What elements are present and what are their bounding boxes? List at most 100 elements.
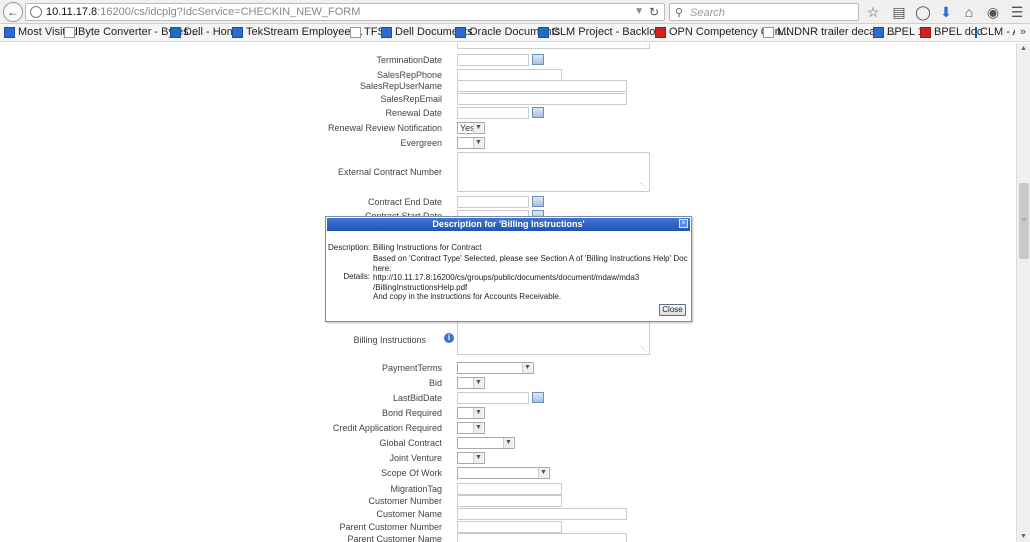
chevron-down-icon: ▼: [538, 468, 548, 478]
bookmarks-bar: Most Visited Byte Converter - Bytes ... …: [0, 24, 1030, 42]
info-icon[interactable]: i: [444, 333, 454, 343]
bid-select[interactable]: ▼: [457, 377, 485, 389]
close-button[interactable]: Close: [659, 304, 686, 316]
customer-name-label: Customer Name: [376, 509, 442, 519]
bond-required-select[interactable]: ▼: [457, 407, 485, 419]
wordpress-icon: [873, 26, 884, 38]
sharepoint-icon: [538, 26, 549, 38]
sales-rep-username-label: SalesRepUserName: [359, 81, 442, 91]
last-bid-date-input[interactable]: [457, 392, 529, 404]
migration-tag-input[interactable]: [457, 483, 562, 495]
site-info-icon[interactable]: [30, 6, 42, 18]
chevron-down-icon: ▼: [473, 408, 483, 418]
chevron-down-icon: ▼: [473, 378, 483, 388]
renewal-date-input[interactable]: [457, 107, 529, 119]
dialog-title: Description for 'Billing Instructions': [327, 218, 690, 231]
customer-number-input[interactable]: [457, 495, 562, 507]
sharepoint-icon: [170, 26, 181, 38]
search-placeholder: Search: [690, 7, 725, 19]
chevron-down-icon: ▼: [473, 123, 483, 133]
sales-rep-username-input[interactable]: [457, 80, 627, 92]
resize-handle-icon[interactable]: ⋱: [640, 345, 647, 353]
global-contract-label: Global Contract: [379, 438, 442, 448]
url-bar[interactable]: 10.11.17.8:16200/cs/idcplg?IdcService=CH…: [25, 3, 665, 21]
firefox-icon: [4, 26, 15, 38]
customer-number-label: Customer Number: [368, 496, 442, 506]
ie-icon: [381, 26, 392, 38]
word-icon: [232, 26, 243, 38]
bookmark-item[interactable]: TekStream Employee ...: [232, 26, 363, 38]
scope-of-work-select[interactable]: ▼: [457, 467, 550, 479]
calendar-icon[interactable]: [532, 107, 544, 118]
renewal-review-select[interactable]: Yes ▼: [457, 122, 485, 134]
description-value: Billing Instructions for Contract: [373, 243, 482, 252]
payment-terms-label: PaymentTerms: [381, 363, 442, 373]
calendar-icon[interactable]: [532, 54, 544, 65]
chevron-down-icon: ▼: [473, 138, 483, 148]
payment-terms-select[interactable]: ▼: [457, 362, 534, 374]
reading-list-icon[interactable]: ▤: [890, 3, 908, 21]
pocket-icon[interactable]: ◯: [914, 3, 932, 21]
page-icon: [64, 26, 75, 38]
url-text: 10.11.17.8:16200/cs/idcplg?IdcService=CH…: [46, 6, 361, 18]
download-icon[interactable]: ⬇: [937, 3, 955, 21]
bookmark-item[interactable]: BPEL doc: [920, 26, 983, 38]
menu-icon[interactable]: ☰: [1008, 3, 1026, 21]
credit-application-select[interactable]: ▼: [457, 422, 485, 434]
textarea-field[interactable]: ⋱: [457, 43, 650, 49]
parent-customer-number-label: Parent Customer Number: [339, 522, 442, 532]
bond-required-label: Bond Required: [381, 408, 442, 418]
scope-of-work-label: Scope Of Work: [381, 468, 442, 478]
calendar-icon[interactable]: [532, 196, 544, 207]
search-bar[interactable]: ⚲ Search: [669, 3, 859, 21]
bookmark-item[interactable]: TFS: [350, 26, 385, 38]
ie-icon: [455, 26, 466, 38]
bookmark-item[interactable]: CLM Project - Backlog: [538, 26, 661, 38]
customer-name-input[interactable]: [457, 508, 627, 520]
external-contract-number-textarea[interactable]: ⋱: [457, 152, 650, 192]
bookmark-star-icon[interactable]: ☆: [864, 3, 882, 21]
chat-icon[interactable]: ◉: [984, 3, 1002, 21]
scroll-up-icon[interactable]: ▲: [1020, 45, 1027, 52]
details-line: /BillingInstructionsHelp.pdf: [373, 282, 468, 292]
global-contract-select[interactable]: ▼: [457, 437, 515, 449]
page-icon: [763, 26, 774, 38]
resize-handle-icon[interactable]: ⋱: [640, 182, 647, 190]
evergreen-select[interactable]: ▼: [457, 137, 485, 149]
bookmark-item[interactable]: CLM - All Documents: [975, 26, 1015, 38]
more-bookmarks-icon[interactable]: »: [1020, 26, 1026, 38]
parent-customer-number-input[interactable]: [457, 521, 562, 533]
contract-end-date-input[interactable]: [457, 196, 529, 208]
bookmark-item[interactable]: BPEL 1: [873, 26, 924, 38]
details-line: http://10.11.17.8:16200/cs/groups/public…: [373, 273, 640, 282]
contract-end-date-label: Contract End Date: [367, 197, 442, 207]
renewal-date-label: Renewal Date: [385, 108, 442, 118]
description-key: Description:: [328, 243, 371, 252]
browser-toolbar: ← 10.11.17.8:16200/cs/idcplg?IdcService=…: [0, 0, 1030, 24]
last-bid-date-label: LastBidDate: [392, 393, 442, 403]
oracle-icon: [655, 26, 666, 38]
billing-instructions-label: Billing Instructions: [353, 335, 426, 345]
resize-handle-icon[interactable]: ⋱: [640, 43, 647, 47]
url-history-dropdown-icon[interactable]: ▼: [634, 6, 644, 17]
chevron-down-icon: ▼: [473, 453, 483, 463]
home-icon[interactable]: ⌂: [960, 3, 978, 21]
page-icon: [350, 26, 361, 38]
sharepoint-icon: [975, 26, 977, 38]
joint-venture-select[interactable]: ▼: [457, 452, 485, 464]
parent-customer-name-input[interactable]: [457, 533, 627, 542]
reload-icon[interactable]: ↻: [649, 5, 659, 19]
details-line: here:: [373, 263, 392, 273]
details-line: And copy in the instructions for Account…: [373, 292, 562, 301]
scroll-down-icon[interactable]: ▼: [1020, 533, 1027, 540]
parent-customer-name-label: Parent Customer Name: [347, 534, 442, 542]
search-icon: ⚲: [675, 7, 684, 19]
back-arrow-icon[interactable]: ←: [3, 2, 23, 22]
vertical-scrollbar[interactable]: ▲ ≡ ▼: [1016, 43, 1030, 542]
termination-date-input[interactable]: [457, 54, 529, 66]
sales-rep-email-input[interactable]: [457, 93, 627, 105]
scrollbar-thumb[interactable]: ≡: [1019, 183, 1029, 259]
evergreen-label: Evergreen: [400, 138, 442, 148]
close-icon[interactable]: ×: [679, 219, 688, 228]
calendar-icon[interactable]: [532, 392, 544, 403]
